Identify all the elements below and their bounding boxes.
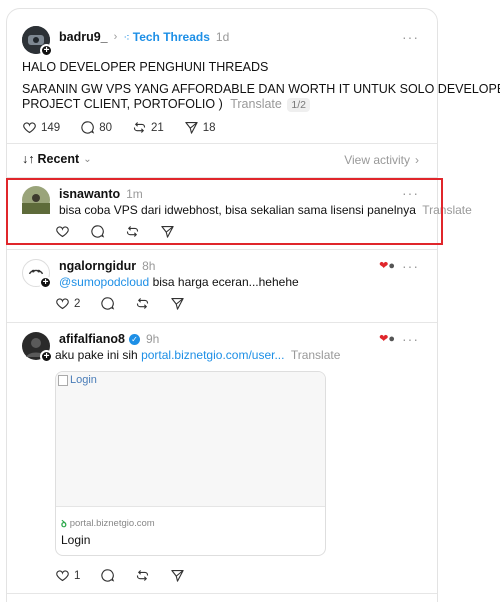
share-icon: [185, 121, 198, 134]
translate-link[interactable]: Translate: [230, 97, 282, 111]
topic-tag[interactable]: Tech Threads: [133, 30, 210, 44]
chevron-right-icon: ›: [113, 31, 118, 43]
sort-label: Recent: [37, 152, 80, 166]
comment-icon: [101, 569, 115, 582]
view-activity-label: View activity: [344, 153, 410, 167]
page-indicator: 1/2: [287, 98, 310, 112]
username[interactable]: afifalfiano8: [59, 332, 125, 346]
post-text-line3: PROJECT CLIENT, PORTOFOLIO ): [22, 97, 223, 111]
follow-plus-icon[interactable]: +: [39, 276, 52, 289]
hearts-reaction-icon: ❤●: [379, 260, 395, 272]
link-preview-card[interactable]: Login ꝺ portal.biznetgio.com Login: [55, 371, 326, 556]
repost-icon: [137, 298, 149, 309]
mention-link[interactable]: @sumopodcloud: [59, 275, 149, 289]
like-count: 2: [74, 297, 81, 310]
reply-highlight-box: [6, 178, 443, 245]
translate-link[interactable]: Translate: [291, 348, 341, 362]
repost-icon: [137, 570, 149, 581]
sort-icon: ↓↑: [22, 152, 35, 166]
thread-card: + badru9_ › ⁖ Tech Threads 1d ··· HALO D…: [6, 8, 500, 602]
like-count: 149: [41, 121, 61, 134]
follow-plus-icon[interactable]: +: [40, 44, 53, 57]
like-button[interactable]: 149: [22, 120, 60, 135]
share-button[interactable]: [170, 296, 185, 311]
preview-title: Login: [61, 533, 91, 547]
more-options-icon[interactable]: ···: [402, 331, 419, 347]
repost-count: 21: [150, 121, 164, 134]
username[interactable]: badru9_: [59, 30, 108, 44]
avatar[interactable]: +: [22, 26, 53, 57]
avatar[interactable]: +: [22, 259, 52, 289]
verified-icon: ✓: [129, 333, 140, 345]
preview-image: Login: [56, 372, 325, 507]
chevron-right-icon: ›: [415, 153, 419, 167]
avatar[interactable]: +: [22, 332, 53, 363]
heart-icon: [56, 570, 69, 582]
more-options-icon[interactable]: ···: [402, 258, 419, 274]
comment-icon: [101, 297, 115, 310]
username[interactable]: ngalorngidur: [59, 259, 136, 273]
comment-button[interactable]: 80: [80, 120, 112, 135]
repost-button[interactable]: [135, 296, 150, 311]
reply-time: 9h: [146, 332, 160, 346]
reply-time: 8h: [142, 259, 156, 273]
comment-button[interactable]: [100, 568, 115, 583]
repost-button[interactable]: [135, 568, 150, 583]
reply-text: bisa harga eceran...hehehe: [149, 275, 299, 289]
divider: [7, 143, 437, 144]
reply-text: aku pake ini sih: [55, 348, 142, 362]
follow-plus-icon[interactable]: +: [40, 350, 53, 363]
repost-button[interactable]: 21: [132, 120, 164, 135]
preview-alt-text: Login: [70, 374, 97, 386]
heart-icon: [23, 122, 36, 134]
sort-dropdown[interactable]: ↓↑ Recent ⌄: [22, 152, 92, 166]
preview-domain: portal.biznetgio.com: [69, 518, 155, 529]
like-count: 1: [74, 569, 81, 582]
like-button[interactable]: 1: [55, 568, 80, 583]
divider: [7, 322, 437, 323]
repost-icon: [133, 122, 146, 133]
like-button[interactable]: 2: [55, 296, 80, 311]
topic-icon: ⁖: [123, 31, 130, 44]
divider: [7, 593, 437, 594]
url-link[interactable]: portal.biznetgio.com/user...: [141, 348, 284, 362]
comment-count: 80: [99, 121, 112, 134]
share-button[interactable]: 18: [184, 120, 216, 135]
view-activity-link[interactable]: View activity ›: [344, 153, 419, 167]
broken-image-icon: [58, 374, 68, 386]
comment-icon: [81, 121, 95, 134]
share-count: 18: [202, 121, 216, 134]
hearts-reaction-icon: ❤●: [379, 333, 395, 345]
share-button[interactable]: [170, 568, 185, 583]
post-time: 1d: [215, 30, 230, 44]
more-options-icon[interactable]: ···: [402, 29, 419, 45]
site-favicon-icon: ꝺ: [61, 519, 67, 530]
chevron-down-icon: ⌄: [83, 153, 92, 165]
share-icon: [171, 569, 185, 582]
post-text-line1: HALO DEVELOPER PENGHUNI THREADS: [22, 60, 269, 74]
heart-icon: [56, 298, 69, 310]
share-icon: [171, 297, 185, 310]
comment-button[interactable]: [100, 296, 115, 311]
divider: [7, 249, 437, 250]
